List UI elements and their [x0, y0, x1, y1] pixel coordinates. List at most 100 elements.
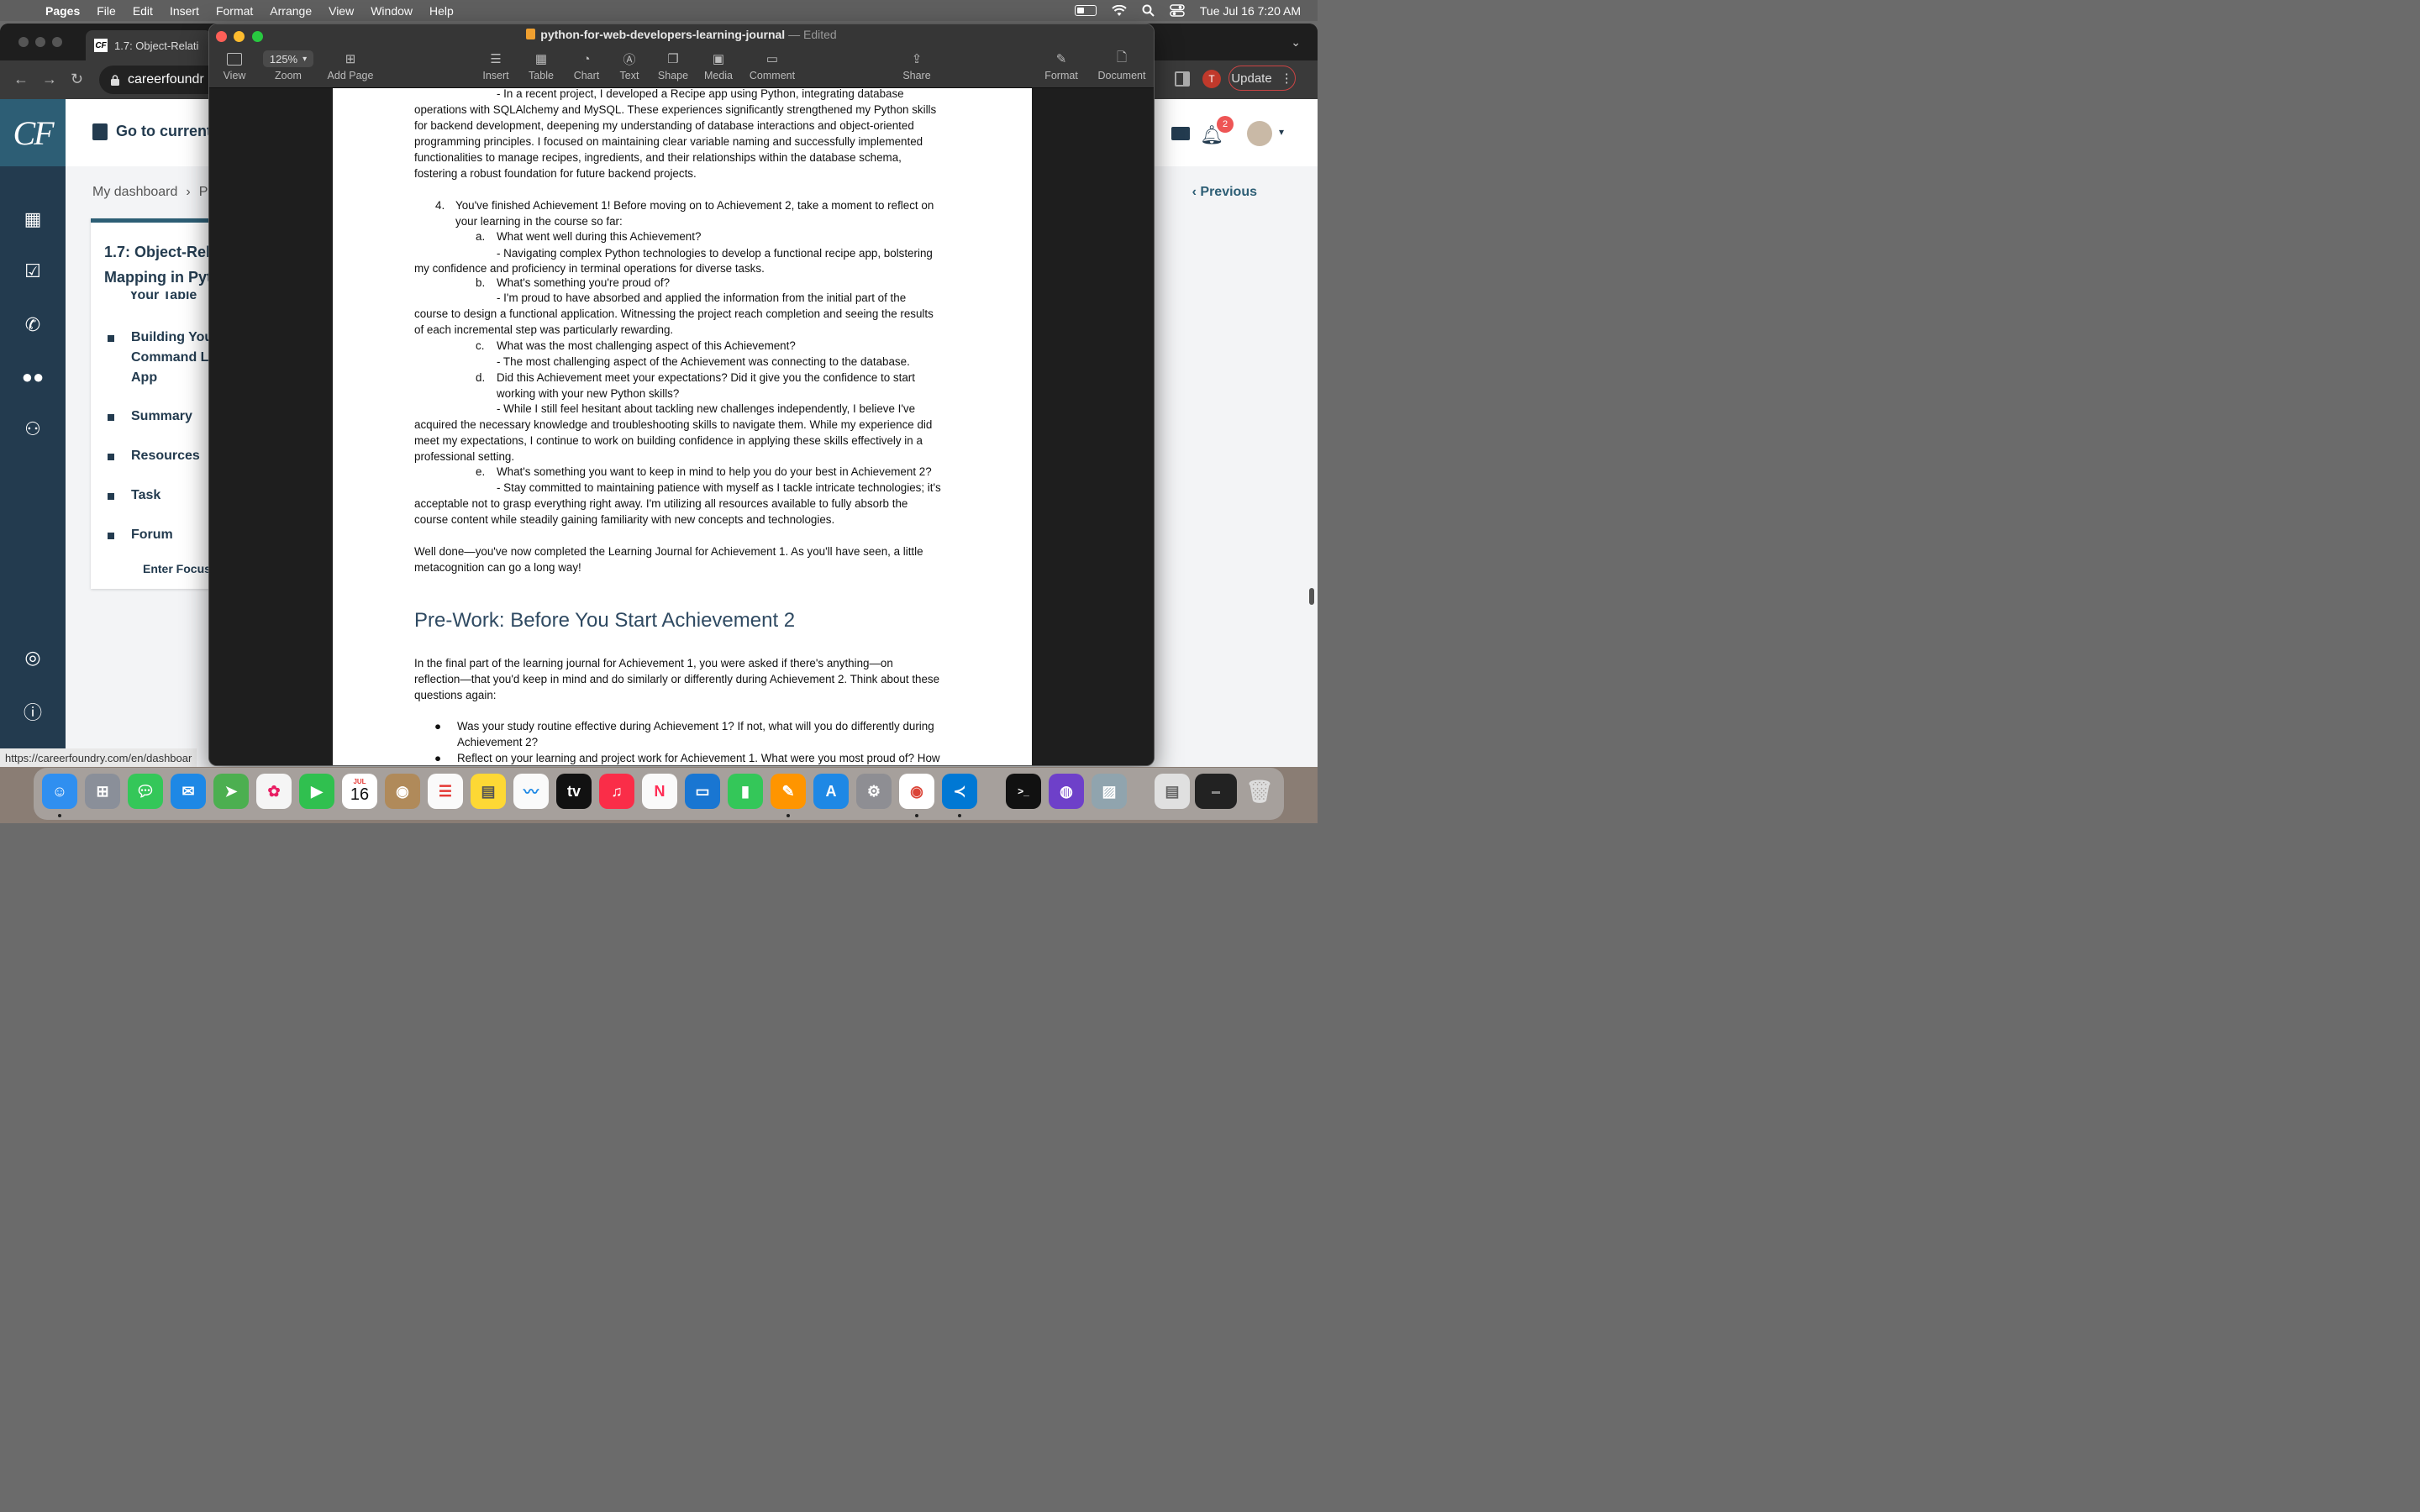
- info-icon[interactable]: ⓘ: [22, 701, 44, 723]
- tasks-checkbox-icon[interactable]: ☑: [22, 260, 44, 282]
- user-avatar[interactable]: [1247, 121, 1272, 146]
- document-icon[interactable]: ▤: [1155, 774, 1190, 809]
- format-button[interactable]: ✎ Format: [1043, 50, 1080, 81]
- app-store-icon[interactable]: A: [813, 774, 849, 809]
- question-b[interactable]: What's something you're proud of?: [497, 276, 670, 291]
- back-arrow-icon[interactable]: ←: [13, 71, 29, 88]
- toc-item-task[interactable]: Task: [108, 486, 160, 506]
- closing-line[interactable]: metacognition can go a long way!: [414, 560, 581, 576]
- document-button[interactable]: 🗋︎ Document: [1095, 50, 1149, 82]
- zoom-button[interactable]: 125% ▾ Zoom: [263, 50, 313, 81]
- dashboard-grid-icon[interactable]: ▦: [22, 208, 44, 230]
- body-line[interactable]: operations with SQLAlchemy and MySQL. Th…: [414, 102, 936, 118]
- menu-insert[interactable]: Insert: [170, 4, 199, 18]
- menu-format[interactable]: Format: [216, 4, 253, 18]
- document-canvas[interactable]: - In a recent project, I developed a Rec…: [209, 88, 1154, 765]
- bullet-item[interactable]: Reflect on your learning and project wor…: [457, 751, 940, 765]
- add-page-button[interactable]: ⊞ Add Page: [325, 50, 376, 81]
- bullet-item[interactable]: Achievement 2?: [457, 735, 538, 751]
- menu-arrange[interactable]: Arrange: [270, 4, 312, 18]
- zoom-select[interactable]: 125% ▾: [263, 50, 313, 67]
- question-e[interactable]: What's something you want to keep in min…: [497, 465, 932, 480]
- body-line[interactable]: for backend development, deepening my un…: [414, 118, 914, 134]
- freeform-icon[interactable]: 〰: [513, 774, 549, 809]
- browser-minimize-button[interactable]: [35, 37, 45, 47]
- media-button[interactable]: ▣ Media: [702, 50, 735, 81]
- user-menu-chevron-icon[interactable]: ▾: [1279, 126, 1284, 138]
- text-button[interactable]: Ⓐ Text: [613, 50, 646, 82]
- toc-item-resources[interactable]: Resources: [108, 446, 200, 466]
- mail-icon[interactable]: ✉: [171, 774, 206, 809]
- page-scrollbar-thumb[interactable]: [1309, 588, 1314, 605]
- battery-icon[interactable]: [1074, 5, 1097, 16]
- section-heading[interactable]: Pre-Work: Before You Start Achievement 2: [414, 609, 795, 633]
- shape-button[interactable]: ❐ Shape: [656, 50, 690, 81]
- profile-avatar[interactable]: T: [1202, 70, 1221, 88]
- menu-edit[interactable]: Edit: [133, 4, 153, 18]
- answer-line[interactable]: course to design a functional applicatio…: [414, 307, 934, 323]
- tab-search-chevron-icon[interactable]: ⌄: [1291, 35, 1301, 50]
- toc-item-building[interactable]: Building Your Command Lin App: [108, 328, 221, 388]
- help-lifebuoy-icon[interactable]: ◎: [22, 647, 44, 669]
- body-line[interactable]: programming principles. I focused on mai…: [414, 134, 923, 150]
- numbers-icon[interactable]: ▮: [728, 774, 763, 809]
- breadcrumb-dashboard[interactable]: My dashboard: [92, 185, 177, 200]
- answer-line[interactable]: professional setting.: [414, 449, 514, 465]
- preview-icon[interactable]: ▨: [1092, 774, 1127, 809]
- music-icon[interactable]: ♫: [599, 774, 634, 809]
- insert-button[interactable]: ☰ Insert: [478, 50, 513, 81]
- answer-line[interactable]: - I'm proud to have absorbed and applied…: [497, 291, 906, 307]
- reminders-icon[interactable]: ☰: [428, 774, 463, 809]
- maps-icon[interactable]: ➤: [213, 774, 249, 809]
- question-d[interactable]: working with your new Python skills?: [497, 386, 679, 402]
- menu-view[interactable]: View: [329, 4, 354, 18]
- go-to-current-link[interactable]: Go to current: [92, 123, 212, 140]
- answer-line[interactable]: meet my expectations, I continue to work…: [414, 433, 923, 449]
- finder-icon[interactable]: ☺: [42, 774, 77, 809]
- answer-line[interactable]: - The most challenging aspect of the Ach…: [497, 354, 910, 370]
- terminal-icon[interactable]: >_: [1006, 774, 1041, 809]
- question-4-line[interactable]: You've finished Achievement 1! Before mo…: [455, 198, 934, 214]
- launchpad-icon[interactable]: ⊞: [85, 774, 120, 809]
- vscode-icon[interactable]: ≺: [942, 774, 977, 809]
- browser-zoom-button[interactable]: [52, 37, 62, 47]
- system-settings-icon[interactable]: ⚙: [856, 774, 892, 809]
- answer-line[interactable]: - While I still feel hesitant about tack…: [497, 402, 915, 417]
- intro-line[interactable]: questions again:: [414, 688, 497, 704]
- answer-line[interactable]: my confidence and proficiency in termina…: [414, 261, 765, 277]
- forward-arrow-icon[interactable]: →: [42, 71, 57, 88]
- answer-line[interactable]: - Stay committed to maintaining patience…: [497, 480, 941, 496]
- reload-icon[interactable]: ↻: [71, 71, 83, 88]
- breadcrumb-next[interactable]: P: [199, 185, 208, 200]
- side-panel-icon[interactable]: [1175, 71, 1190, 87]
- keynote-icon[interactable]: ▭: [685, 774, 720, 809]
- github-desktop-icon[interactable]: ◍: [1049, 774, 1084, 809]
- phone-icon[interactable]: ✆: [22, 314, 44, 336]
- chrome-icon[interactable]: ◉: [899, 774, 934, 809]
- contacts-icon[interactable]: ◉: [385, 774, 420, 809]
- answer-line[interactable]: course content while steadily gaining fa…: [414, 512, 834, 528]
- share-button[interactable]: ⇪ Share: [900, 50, 934, 81]
- enter-focus-link[interactable]: Enter Focus: [143, 562, 211, 575]
- community-chat-icon[interactable]: ●●: [22, 366, 45, 388]
- more-menu-icon[interactable]: ⋮: [1281, 71, 1293, 86]
- network-people-icon[interactable]: ⚇: [22, 418, 44, 440]
- photos-icon[interactable]: ✿: [256, 774, 292, 809]
- toc-item-summary[interactable]: Summary: [108, 407, 192, 427]
- closing-line[interactable]: Well done—you've now completed the Learn…: [414, 544, 923, 560]
- chart-button[interactable]: ◔ Chart: [570, 50, 603, 82]
- trash-icon[interactable]: 🗑︎: [1242, 774, 1277, 809]
- body-line[interactable]: functionalities to manage recipes, ingre…: [414, 150, 902, 166]
- spotlight-search-icon[interactable]: [1142, 4, 1155, 17]
- body-line[interactable]: fostering a robust foundation for future…: [414, 166, 697, 182]
- toc-item-forum[interactable]: Forum: [108, 525, 173, 545]
- menu-help[interactable]: Help: [429, 4, 454, 18]
- bullet-item[interactable]: Was your study routine effective during …: [457, 719, 934, 735]
- news-icon[interactable]: N: [642, 774, 677, 809]
- menu-clock[interactable]: Tue Jul 16 7:20 AM: [1200, 4, 1301, 18]
- intro-line[interactable]: reflection—that you'd keep in mind and d…: [414, 672, 939, 688]
- tv-icon[interactable]: tv: [556, 774, 592, 809]
- toc-item-cut[interactable]: Your Table: [129, 291, 197, 303]
- question-c[interactable]: What was the most challenging aspect of …: [497, 339, 796, 354]
- careerfoundry-logo[interactable]: CF: [0, 99, 66, 166]
